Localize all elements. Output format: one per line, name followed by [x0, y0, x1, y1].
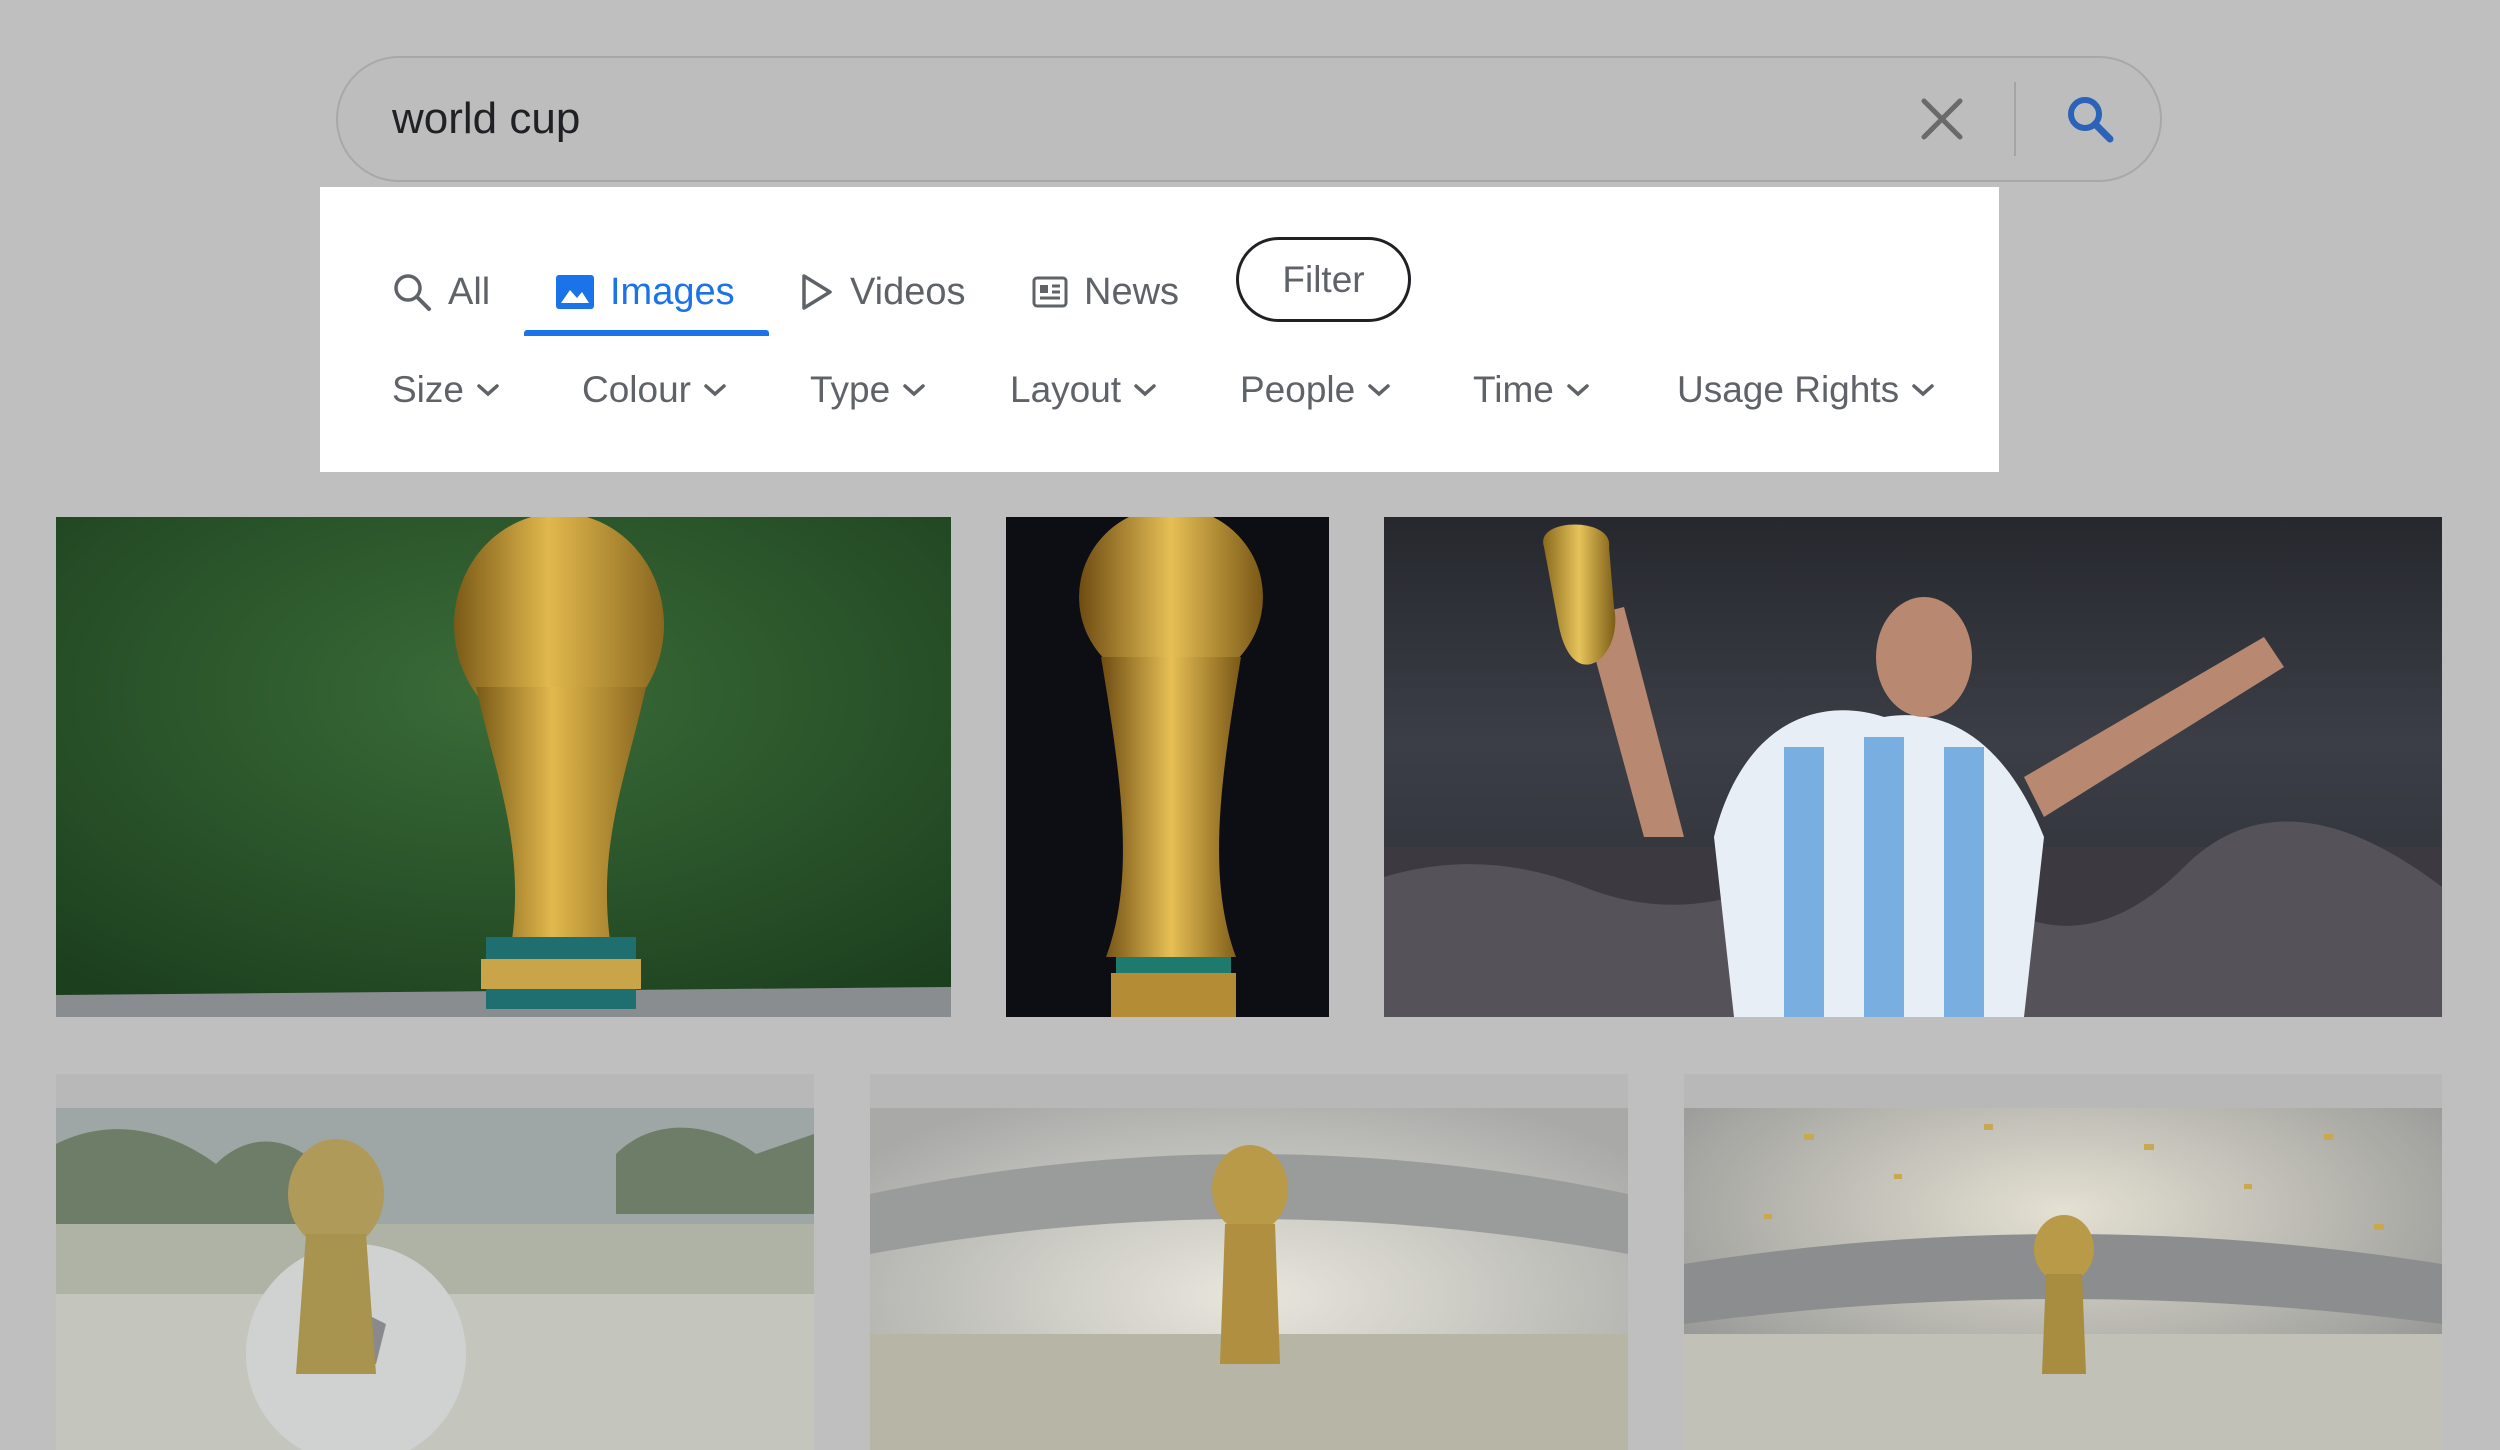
chevron-down-icon: [1134, 384, 1156, 397]
filter-button[interactable]: Filter: [1236, 237, 1411, 322]
trophy-image: [56, 517, 951, 1017]
chevron-down-icon: [1912, 384, 1934, 397]
filter-colour-dropdown[interactable]: Colour: [582, 357, 727, 423]
tab-videos[interactable]: Videos: [800, 247, 966, 337]
clear-search-button[interactable]: [1912, 89, 1972, 149]
search-button[interactable]: [2058, 87, 2122, 151]
image-result-trophy-ball[interactable]: [56, 1074, 814, 1450]
chevron-down-icon: [477, 384, 499, 397]
celebration-image: [1384, 517, 2442, 1017]
tab-label: News: [1084, 270, 1180, 313]
dropdown-label: People: [1240, 369, 1356, 410]
chevron-down-icon: [903, 384, 925, 397]
tab-news[interactable]: News: [1032, 247, 1179, 337]
dropdown-label: Type: [810, 369, 891, 410]
image-icon: [556, 275, 594, 309]
chevron-down-icon: [1368, 384, 1390, 397]
image-result-trophy-confetti[interactable]: [1684, 1074, 2442, 1450]
image-result-trophy-green[interactable]: [56, 517, 951, 1017]
dropdown-label: Layout: [1010, 369, 1122, 410]
image-result-trophy-black[interactable]: [1006, 517, 1329, 1017]
filter-usage-rights-dropdown[interactable]: Usage Rights: [1677, 357, 1935, 423]
search-icon: [394, 274, 431, 311]
trophy-image: [56, 1074, 814, 1450]
trophy-image: [1006, 517, 1329, 1017]
dropdown-label: Usage Rights: [1677, 369, 1900, 410]
search-options-panel: All Images Videos News Filter Size Colou…: [320, 187, 1999, 472]
dropdown-label: Size: [392, 369, 464, 410]
search-input[interactable]: world cup: [392, 58, 580, 180]
chevron-down-icon: [704, 384, 726, 397]
tab-label: All: [448, 270, 491, 313]
image-result-trophy-stadium[interactable]: [870, 1074, 1628, 1450]
search-icon: [2068, 97, 2114, 143]
play-icon: [802, 274, 832, 310]
filter-layout-dropdown[interactable]: Layout: [1010, 357, 1157, 423]
tab-label: Images: [610, 270, 735, 313]
image-result-player-celebration[interactable]: [1384, 517, 2442, 1017]
dropdown-label: Colour: [582, 369, 691, 410]
filter-size-dropdown[interactable]: Size: [392, 357, 500, 423]
filter-time-dropdown[interactable]: Time: [1473, 357, 1590, 423]
filter-type-dropdown[interactable]: Type: [810, 357, 926, 423]
tab-label: Videos: [850, 270, 966, 313]
trophy-image: [1684, 1074, 2442, 1450]
chevron-down-icon: [1567, 384, 1589, 397]
active-tab-indicator: [524, 330, 769, 336]
trophy-image: [870, 1074, 1628, 1450]
filter-people-dropdown[interactable]: People: [1240, 357, 1391, 423]
search-bar[interactable]: world cup: [336, 56, 2162, 182]
dropdown-label: Time: [1473, 369, 1554, 410]
close-icon: [1921, 98, 1963, 140]
news-icon: [1032, 276, 1068, 308]
search-divider: [2014, 82, 2016, 156]
tab-images[interactable]: Images: [556, 247, 735, 337]
tab-all[interactable]: All: [392, 247, 490, 337]
